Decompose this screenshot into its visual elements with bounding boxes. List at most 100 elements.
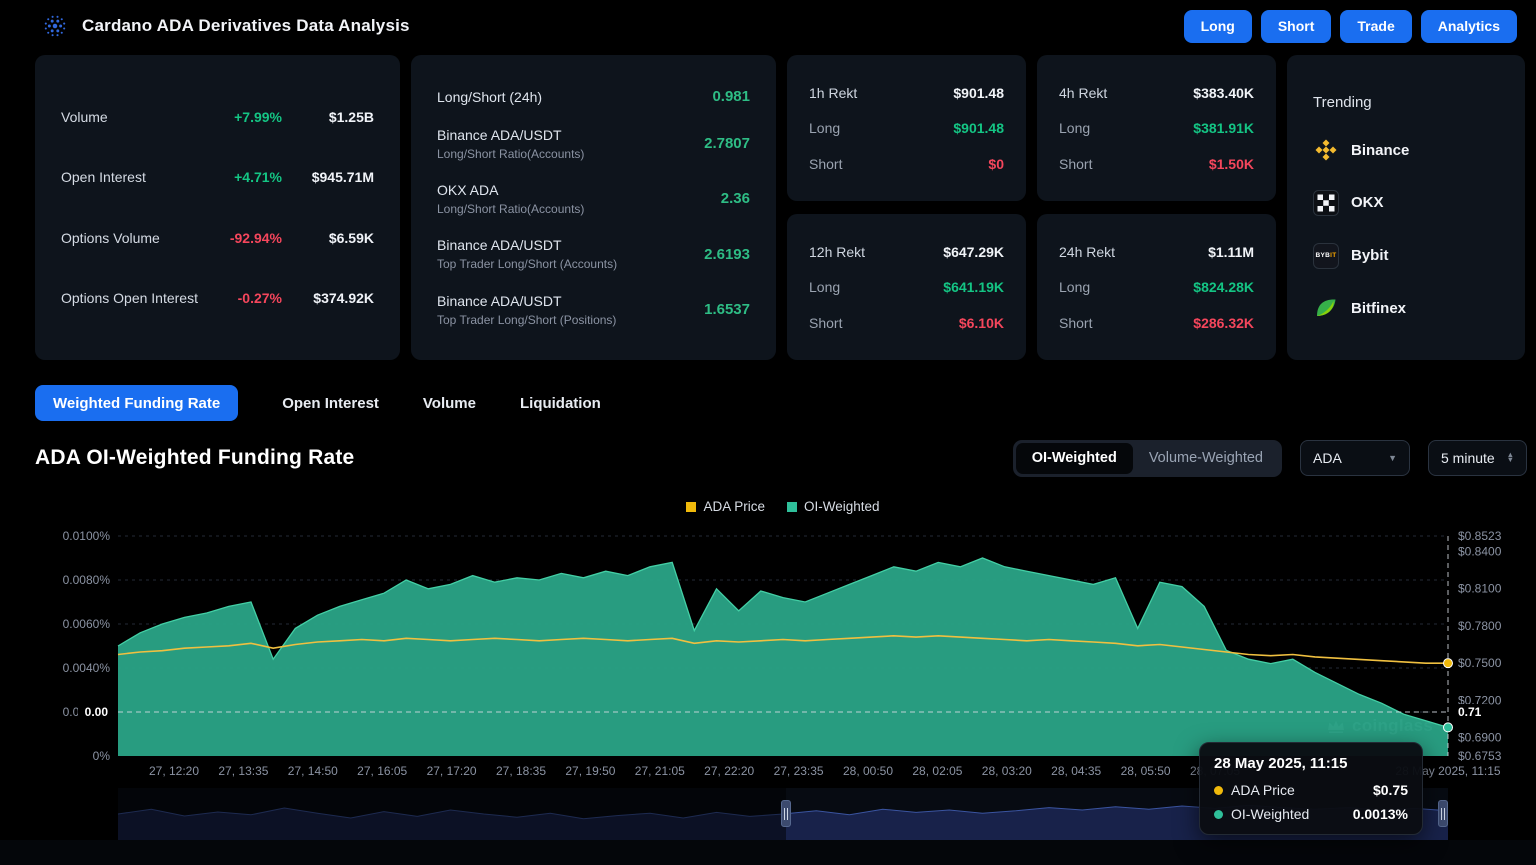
teal-dot-icon [1214,810,1223,819]
rekt-short-value: $0 [988,156,1004,172]
rekt-title: 4h Rekt [1059,85,1107,101]
cardano-logo-icon [42,13,68,39]
svg-text:28, 03:20: 28, 03:20 [982,764,1032,778]
tab-weighted-funding-rate[interactable]: Weighted Funding Rate [35,385,238,421]
ls-sublabel: Long/Short Ratio(Accounts) [437,147,584,161]
svg-text:27, 17:20: 27, 17:20 [427,764,477,778]
stat-label: Volume [61,109,204,125]
derivatives-dashboard: Cardano ADA Derivatives Data Analysis Lo… [0,0,1536,865]
svg-text:28, 05:50: 28, 05:50 [1121,764,1171,778]
ls-value: 0.981 [712,88,750,105]
trending-item-binance[interactable]: Binance [1313,137,1499,163]
stat-change: +4.71% [204,169,282,185]
svg-text:$0.7500: $0.7500 [1458,656,1502,670]
rekt-card-24h: 24h Rekt $1.11M Long $824.28K Short $286… [1037,214,1276,360]
trending-title: Trending [1313,94,1499,111]
binance-icon [1313,137,1339,163]
rekt-short-label: Short [1059,156,1092,172]
chart-header: ADA OI-Weighted Funding Rate OI-Weighted… [35,438,1527,478]
exchange-name: Binance [1351,142,1409,159]
stat-change: -0.27% [204,290,282,306]
short-button[interactable]: Short [1261,10,1332,43]
toggle-volume-weighted[interactable]: Volume-Weighted [1133,443,1279,474]
rekt-short-label: Short [809,315,842,331]
rekt-title: 1h Rekt [809,85,857,101]
svg-text:$0.8523: $0.8523 [1458,529,1502,543]
rekt-card-1h: 1h Rekt $901.48 Long $901.48 Short $0 [787,55,1026,201]
rekt-short-value: $1.50K [1209,156,1254,172]
svg-text:27, 22:20: 27, 22:20 [704,764,754,778]
ls-value: 2.36 [721,190,750,207]
navigator-handle-right[interactable] [1438,800,1448,827]
rekt-long-value: $641.19K [943,279,1004,295]
legend-ada-price[interactable]: ADA Price [686,499,765,514]
tab-liquidation[interactable]: Liquidation [520,395,601,412]
navigator-handle-left[interactable] [781,800,791,827]
market-stats-card: Volume +7.99% $1.25B Open Interest +4.71… [35,55,400,360]
ls-value: 2.6193 [704,246,750,263]
legend-swatch-teal [787,502,797,512]
ls-sublabel: Top Trader Long/Short (Accounts) [437,257,617,271]
rekt-long-label: Long [809,120,840,136]
header: Cardano ADA Derivatives Data Analysis Lo… [0,0,1536,52]
rekt-title: 12h Rekt [809,244,865,260]
long-button[interactable]: Long [1184,10,1252,43]
rekt-card-4h: 4h Rekt $383.40K Long $381.91K Short $1.… [1037,55,1276,201]
svg-text:27, 18:35: 27, 18:35 [496,764,546,778]
ls-label: Binance ADA/USDT [437,237,617,253]
legend-oi-weighted[interactable]: OI-Weighted [787,499,880,514]
trending-card: Trending Binance [1287,55,1525,360]
weight-toggle: OI-Weighted Volume-Weighted [1013,440,1282,477]
ls-label: OKX ADA [437,182,584,198]
svg-text:0.00: 0.00 [85,705,109,719]
svg-text:28, 04:35: 28, 04:35 [1051,764,1101,778]
stats-cards: Volume +7.99% $1.25B Open Interest +4.71… [35,55,1525,360]
analytics-button[interactable]: Analytics [1421,10,1517,43]
rekt-long-label: Long [1059,120,1090,136]
exchange-name: Bitfinex [1351,300,1406,317]
svg-text:0.0060%: 0.0060% [63,617,111,631]
ls-label: Binance ADA/USDT [437,293,616,309]
rekt-long-value: $824.28K [1193,279,1254,295]
yellow-dot-icon [1214,786,1223,795]
interval-select[interactable]: 5 minute ▲▼ [1428,440,1527,476]
stat-row-options-open-interest: Options Open Interest -0.27% $374.92K [61,290,374,306]
trending-item-bitfinex[interactable]: Bitfinex [1313,295,1499,321]
trending-item-okx[interactable]: OKX [1313,190,1499,216]
chart-plot-area[interactable] [118,530,1448,756]
rekt-short-value: $286.32K [1193,315,1254,331]
rekt-total: $383.40K [1193,85,1254,101]
ls-row: Binance ADA/USDT Top Trader Long/Short (… [437,237,750,271]
rekt-title: 24h Rekt [1059,244,1115,260]
svg-text:27, 19:50: 27, 19:50 [565,764,615,778]
svg-text:$0.7200: $0.7200 [1458,693,1502,707]
interval-select-value: 5 minute [1441,450,1495,466]
trending-item-bybit[interactable]: BYBIT Bybit [1313,243,1499,269]
svg-text:$0.8100: $0.8100 [1458,582,1502,596]
symbol-select[interactable]: ADA ▼ [1300,440,1410,476]
page-title: Cardano ADA Derivatives Data Analysis [82,16,410,36]
tab-open-interest[interactable]: Open Interest [282,395,379,412]
stat-row-options-volume: Options Volume -92.94% $6.59K [61,230,374,246]
chart-legend: ADA Price OI-Weighted [118,499,1448,514]
trade-button[interactable]: Trade [1340,10,1411,43]
stat-row-volume: Volume +7.99% $1.25B [61,109,374,125]
tooltip-row-ada-price: ADA Price $0.75 [1214,782,1408,798]
grip-icon [1441,808,1445,820]
ls-sublabel: Long/Short Ratio(Accounts) [437,202,584,216]
svg-text:0%: 0% [93,749,111,763]
grip-icon [784,808,788,820]
toggle-oi-weighted[interactable]: OI-Weighted [1016,443,1133,474]
svg-text:27, 21:05: 27, 21:05 [635,764,685,778]
rekt-short-label: Short [1059,315,1092,331]
rekt-short-label: Short [809,156,842,172]
svg-text:0.71: 0.71 [1458,705,1482,719]
tab-volume[interactable]: Volume [423,395,476,412]
svg-text:27, 16:05: 27, 16:05 [357,764,407,778]
tooltip-row-oi-weighted: OI-Weighted 0.0013% [1214,806,1408,822]
svg-text:27, 13:35: 27, 13:35 [218,764,268,778]
header-actions: Long Short Trade Analytics [1184,10,1517,43]
ls-value: 2.7807 [704,135,750,152]
svg-text:$0.8400: $0.8400 [1458,544,1502,558]
stat-change: -92.94% [204,230,282,246]
